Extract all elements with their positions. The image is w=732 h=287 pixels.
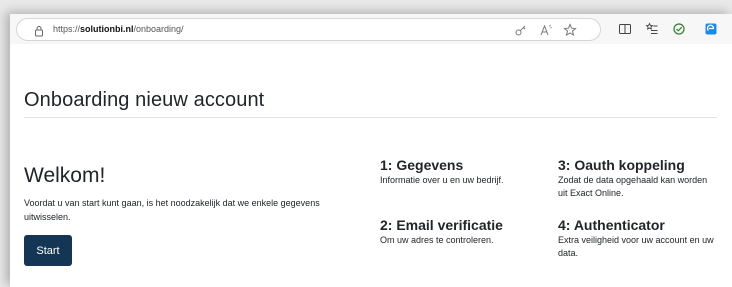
step-description: Informatie over u en uw bedrijf. (380, 175, 504, 185)
split-screen-icon[interactable] (618, 22, 632, 36)
edge-profile-icon[interactable] (704, 22, 718, 36)
step-description: Extra veiligheid voor uw account en uw d… (558, 235, 714, 258)
favorite-star-icon[interactable] (563, 23, 577, 37)
browser-toolbar: https://solutionbi.nl/onboarding/ (10, 14, 732, 44)
step-title: 1: Gegevens (380, 157, 464, 173)
read-aloud-icon[interactable] (539, 23, 553, 37)
step-title: 2: Email verificatie (380, 217, 503, 233)
url-text[interactable]: https://solutionbi.nl/onboarding/ (53, 24, 184, 34)
welcome-text: Voordat u van start kunt gaan, is het no… (24, 198, 320, 222)
step-description: Zodat de data opgehaald kan worden uit E… (558, 175, 708, 198)
step-authenticator: 4: Authenticator Extra veiligheid voor u… (558, 217, 714, 260)
page-title: Onboarding nieuw account (24, 89, 265, 111)
browser-window: https://solutionbi.nl/onboarding/ Onboar… (10, 14, 732, 287)
start-button[interactable]: Start (24, 235, 72, 266)
welcome-heading: Welkom! (24, 164, 106, 187)
password-key-icon[interactable] (514, 23, 528, 37)
title-divider (24, 117, 717, 118)
url-host: solutionbi.nl (80, 24, 134, 34)
url-prefix: https:// (53, 24, 81, 34)
lock-icon[interactable] (33, 24, 45, 37)
step-gegevens: 1: Gegevens Informatie over u en uw bedr… (380, 157, 550, 187)
extension-icon[interactable] (672, 22, 686, 36)
favorites-list-icon[interactable] (645, 22, 659, 36)
step-description: Om uw adres te controleren. (380, 235, 494, 245)
step-title: 4: Authenticator (558, 217, 665, 233)
page-content: Onboarding nieuw account Welkom! Voordat… (24, 44, 732, 287)
step-oauth-koppeling: 3: Oauth koppeling Zodat de data opgehaa… (558, 157, 714, 200)
step-title: 3: Oauth koppeling (558, 157, 685, 173)
address-bar[interactable]: https://solutionbi.nl/onboarding/ (16, 18, 601, 41)
step-email-verificatie: 2: Email verificatie Om uw adres te cont… (380, 217, 550, 247)
url-path: /onboarding/ (133, 24, 184, 34)
